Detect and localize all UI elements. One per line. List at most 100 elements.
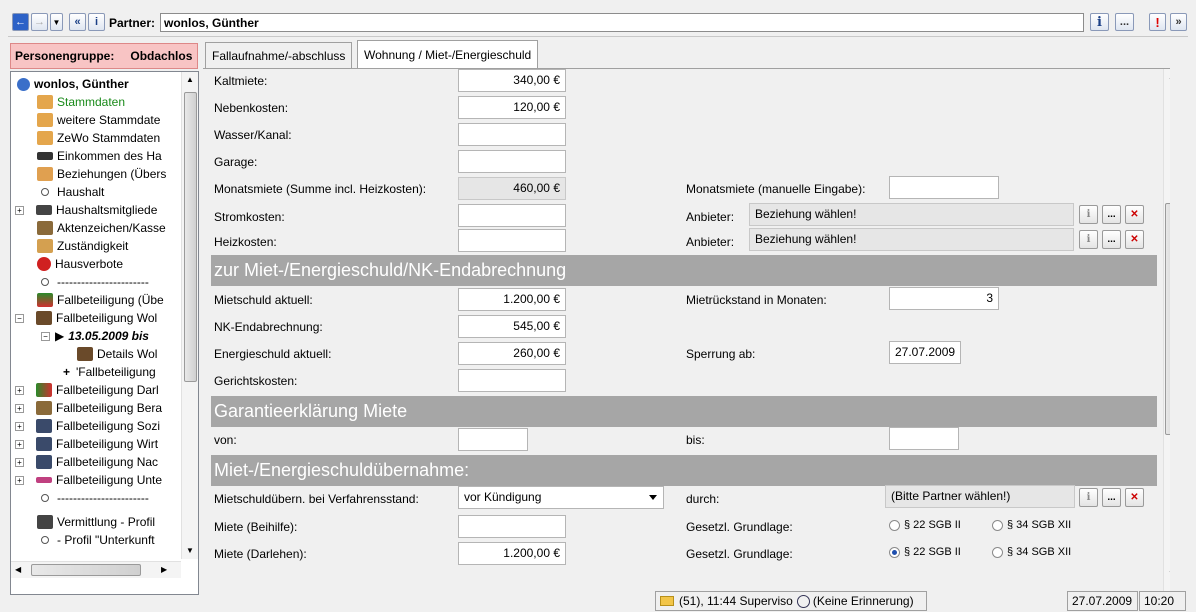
radio-button-selected[interactable] <box>889 546 900 558</box>
browse-button[interactable]: ... <box>1102 488 1121 507</box>
info-circle-icon <box>17 77 30 91</box>
nebenkosten-input[interactable]: 120,00 € <box>458 96 566 119</box>
tree-item-einkommen[interactable]: Einkommen des Ha <box>57 149 162 163</box>
tree-item-haushaltsmitglieder[interactable]: Haushaltsmitgliede <box>56 203 157 217</box>
tree-scrollbar[interactable]: ▲ ▼ <box>181 72 198 559</box>
expand-button[interactable]: » <box>1170 13 1187 31</box>
tree-item-fallbeteiligung-new[interactable]: 'Fallbeteiligung <box>76 365 156 379</box>
stromkosten-input[interactable] <box>458 204 566 227</box>
tree-item-wirt[interactable]: Fallbeteiligung Wirt <box>56 437 158 451</box>
scroll-up-icon[interactable]: ▲ <box>1168 72 1170 81</box>
tree-item-weitere[interactable]: weitere Stammdate <box>57 113 160 127</box>
mietrueckstand-input[interactable]: 3 <box>889 287 999 310</box>
alert-icon[interactable]: ! <box>1149 13 1166 31</box>
sperrung-input[interactable]: 27.07.2009 <box>889 341 961 364</box>
monatsmiete-manuell-input[interactable] <box>889 176 999 199</box>
tab-wohnung[interactable]: Wohnung / Miet-/Energieschuld <box>357 40 539 69</box>
scroll-down-icon[interactable]: ▼ <box>1168 569 1170 578</box>
tree-item-sozi[interactable]: Fallbeteiligung Sozi <box>56 419 160 433</box>
tree-root-label[interactable]: wonlos, Günther <box>34 77 129 91</box>
miete-darlehen-label: Miete (Darlehen): <box>214 547 307 561</box>
scroll-down-icon[interactable]: ▼ <box>186 546 194 555</box>
gerichtskosten-input[interactable] <box>458 369 566 392</box>
wasser-input[interactable] <box>458 123 566 146</box>
bis-input[interactable] <box>889 427 959 450</box>
tree-item-hausverbote[interactable]: Hausverbote <box>55 257 123 271</box>
tree-item-details[interactable]: Details Wol <box>97 347 157 361</box>
radio-button[interactable] <box>992 519 1003 531</box>
verfahrensstand-select[interactable]: vor Kündigung <box>458 486 664 509</box>
collapse-minus-icon[interactable]: − <box>15 313 24 323</box>
gesetz2-option-sgb12[interactable]: § 34 SGB XII <box>992 546 1071 558</box>
gesetz2-option-sgb2[interactable]: § 22 SGB II <box>889 546 961 558</box>
von-input[interactable] <box>458 428 528 451</box>
expand-plus-icon[interactable]: + <box>15 385 24 395</box>
tree-item-haushalt[interactable]: Haushalt <box>57 185 104 199</box>
tree-item-aktenzeichen[interactable]: Aktenzeichen/Kasse <box>57 221 166 235</box>
info-icon[interactable]: i <box>1079 205 1098 224</box>
form-scrollbar-thumb[interactable] <box>1165 203 1170 435</box>
gesetz1-option-sgb2[interactable]: § 22 SGB II <box>889 519 961 531</box>
tree-hscrollbar[interactable]: ◀ ▶ <box>11 561 181 578</box>
info-icon[interactable]: i <box>1079 488 1098 507</box>
tree-item-zewo[interactable]: ZeWo Stammdaten <box>57 131 160 145</box>
more-button[interactable]: ... <box>1115 13 1134 31</box>
expand-plus-icon[interactable]: + <box>15 475 24 485</box>
form-scrollbar[interactable]: ▲ ▼ <box>1163 69 1170 593</box>
tree-item-stammdaten[interactable]: Stammdaten <box>57 95 125 109</box>
tree-item-bera[interactable]: Fallbeteiligung Bera <box>56 401 162 415</box>
tree-item-darl[interactable]: Fallbeteiligung Darl <box>56 383 159 397</box>
tree-item-date[interactable]: 13.05.2009 bis <box>68 329 149 343</box>
history-dropdown-button[interactable]: ▼ <box>50 13 63 31</box>
expand-plus-icon[interactable]: + <box>15 205 24 215</box>
nk-endabrechnung-input[interactable]: 545,00 € <box>458 315 566 338</box>
forward-button[interactable]: → <box>31 13 48 31</box>
advisor-icon <box>36 401 52 415</box>
delete-icon[interactable]: ✕ <box>1125 230 1144 249</box>
anbieter2-field[interactable]: Beziehung wählen! <box>749 228 1074 251</box>
partner-field[interactable]: wonlos, Günther <box>160 13 1084 32</box>
heizkosten-input[interactable] <box>458 229 566 252</box>
tree-item-unte[interactable]: Fallbeteiligung Unte <box>56 473 162 487</box>
scroll-left-icon[interactable]: ◀ <box>15 565 21 574</box>
info-icon[interactable]: i <box>1079 230 1098 249</box>
binoculars-icon <box>37 515 53 529</box>
energieschuld-input[interactable]: 260,00 € <box>458 342 566 365</box>
kaltmiete-input[interactable]: 340,00 € <box>458 69 566 92</box>
info-small-button[interactable]: i <box>88 13 105 31</box>
miete-darlehen-input[interactable]: 1.200,00 € <box>458 542 566 565</box>
miete-beihilfe-input[interactable] <box>458 515 566 538</box>
expand-plus-icon[interactable]: + <box>15 439 24 449</box>
tree-item-beziehungen[interactable]: Beziehungen (Übers <box>57 167 166 181</box>
collapse-button[interactable]: « <box>69 13 86 31</box>
tree-scrollbar-thumb[interactable] <box>184 92 197 382</box>
tab-fallaufnahme[interactable]: Fallaufnahme/-abschluss <box>205 42 353 68</box>
mietschuld-input[interactable]: 1.200,00 € <box>458 288 566 311</box>
tree-item-zustaendigkeit[interactable]: Zuständigkeit <box>57 239 128 253</box>
tree-item-fallbeteiligung-wol[interactable]: Fallbeteiligung Wol <box>56 311 157 325</box>
tree-item-vermittlung[interactable]: Vermittlung - Profil <box>57 515 155 529</box>
durch-field[interactable]: (Bitte Partner wählen!) <box>885 485 1075 508</box>
radio-button[interactable] <box>992 546 1003 558</box>
tree-item-profil[interactable]: - Profil "Unterkunft <box>57 533 155 547</box>
browse-button[interactable]: ... <box>1102 205 1121 224</box>
expand-plus-icon[interactable]: + <box>15 457 24 467</box>
status-messages[interactable]: (51), 11:44 Superviso (Keine Erinnerung) <box>655 591 927 611</box>
gesetz1-option-sgb12[interactable]: § 34 SGB XII <box>992 519 1071 531</box>
tree-item-nac[interactable]: Fallbeteiligung Nac <box>56 455 158 469</box>
radio-button[interactable] <box>889 519 900 531</box>
back-button[interactable]: ← <box>12 13 29 31</box>
expand-plus-icon[interactable]: + <box>15 421 24 431</box>
browse-button[interactable]: ... <box>1102 230 1121 249</box>
delete-icon[interactable]: ✕ <box>1125 488 1144 507</box>
scroll-up-icon[interactable]: ▲ <box>186 75 194 84</box>
collapse-minus-icon[interactable]: − <box>41 331 50 341</box>
scroll-right-icon[interactable]: ▶ <box>161 565 167 574</box>
anbieter1-field[interactable]: Beziehung wählen! <box>749 203 1074 226</box>
tree-item-fallbeteiligung-ueb[interactable]: Fallbeteiligung (Übe <box>57 293 164 307</box>
tree-hscrollbar-thumb[interactable] <box>31 564 141 576</box>
expand-plus-icon[interactable]: + <box>15 403 24 413</box>
info-icon[interactable]: i <box>1090 13 1109 31</box>
garage-input[interactable] <box>458 150 566 173</box>
delete-icon[interactable]: ✕ <box>1125 205 1144 224</box>
